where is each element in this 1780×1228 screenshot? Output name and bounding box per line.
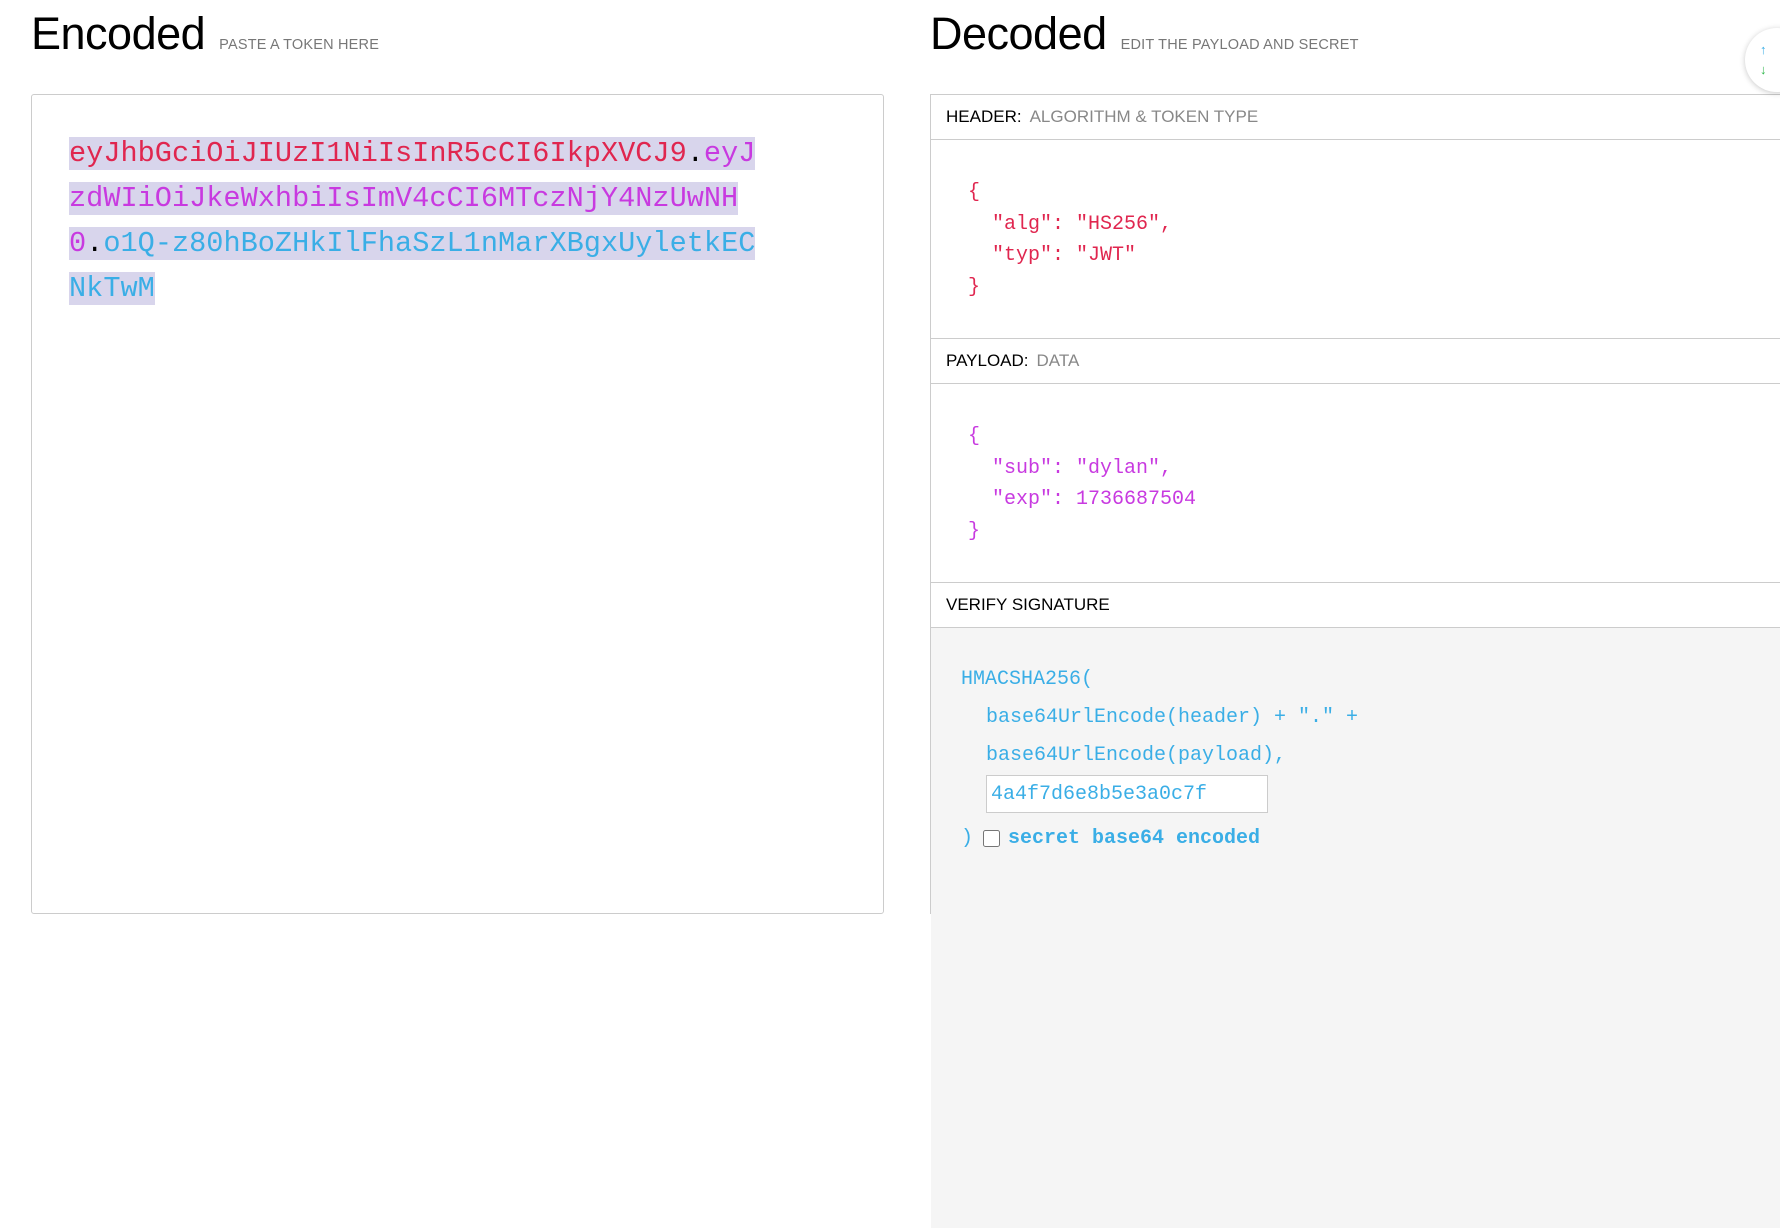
hmac-function: HMACSHA256( xyxy=(961,668,1094,691)
token-signature-part: o1Q-z80hBoZHkIlFhaSzL1nMarXBgxUyletkECNk… xyxy=(69,227,756,305)
header-description: ALGORITHM & TOKEN TYPE xyxy=(1029,107,1259,126)
token-header-part: eyJhbGciOiJIUzI1NiIsInR5cCI6IkpXVCJ9 xyxy=(69,137,687,170)
arrow-up-icon: ↑ xyxy=(1760,42,1767,57)
payload-label: PAYLOAD: xyxy=(946,351,1029,370)
swap-button[interactable]: ↑ ↓ xyxy=(1745,28,1780,92)
header-label: HEADER: xyxy=(946,107,1022,126)
arrow-down-icon: ↓ xyxy=(1760,62,1767,77)
decoded-heading: Decoded EDIT THE PAYLOAD AND SECRET xyxy=(930,8,1359,60)
token-input-area[interactable]: eyJhbGciOiJIUzI1NiIsInR5cCI6IkpXVCJ9.eyJ… xyxy=(31,94,884,914)
header-json-editor[interactable]: { "alg": "HS256", "typ": "JWT" } xyxy=(931,140,1780,339)
payload-section-title: PAYLOAD: DATA xyxy=(931,339,1780,384)
encoded-heading: Encoded PASTE A TOKEN HERE xyxy=(31,8,379,60)
decoded-subtitle: EDIT THE PAYLOAD AND SECRET xyxy=(1120,37,1359,53)
encoded-subtitle: PASTE A TOKEN HERE xyxy=(219,37,380,53)
secret-input[interactable] xyxy=(986,775,1268,813)
encoded-title: Encoded xyxy=(31,8,206,59)
secret-base64-checkbox[interactable] xyxy=(983,830,1001,847)
token-dot: . xyxy=(86,227,104,260)
payload-json-editor[interactable]: { "sub": "dylan", "exp": 1736687504 } xyxy=(931,384,1780,583)
payload-description: DATA xyxy=(1036,351,1080,370)
header-section-title: HEADER: ALGORITHM & TOKEN TYPE xyxy=(931,95,1780,140)
signature-body: HMACSHA256( base64UrlEncode(header) + ".… xyxy=(931,628,1780,1228)
hmac-header-arg: base64UrlEncode(header) + "." + xyxy=(986,706,1359,729)
close-paren: ) xyxy=(961,826,974,850)
secret-base64-label[interactable]: secret base64 encoded xyxy=(1008,820,1260,858)
token-dot: . xyxy=(686,137,704,170)
signature-section-title: VERIFY SIGNATURE xyxy=(931,583,1780,628)
encoded-token[interactable]: eyJhbGciOiJIUzI1NiIsInR5cCI6IkpXVCJ9.eyJ… xyxy=(69,131,769,311)
signature-label: VERIFY SIGNATURE xyxy=(946,595,1110,614)
hmac-payload-arg: base64UrlEncode(payload), xyxy=(986,744,1287,767)
decoded-title: Decoded xyxy=(930,8,1107,59)
decoded-panel: HEADER: ALGORITHM & TOKEN TYPE { "alg": … xyxy=(930,94,1780,1228)
signature-close-row: ) secret base64 encoded xyxy=(961,820,1780,858)
